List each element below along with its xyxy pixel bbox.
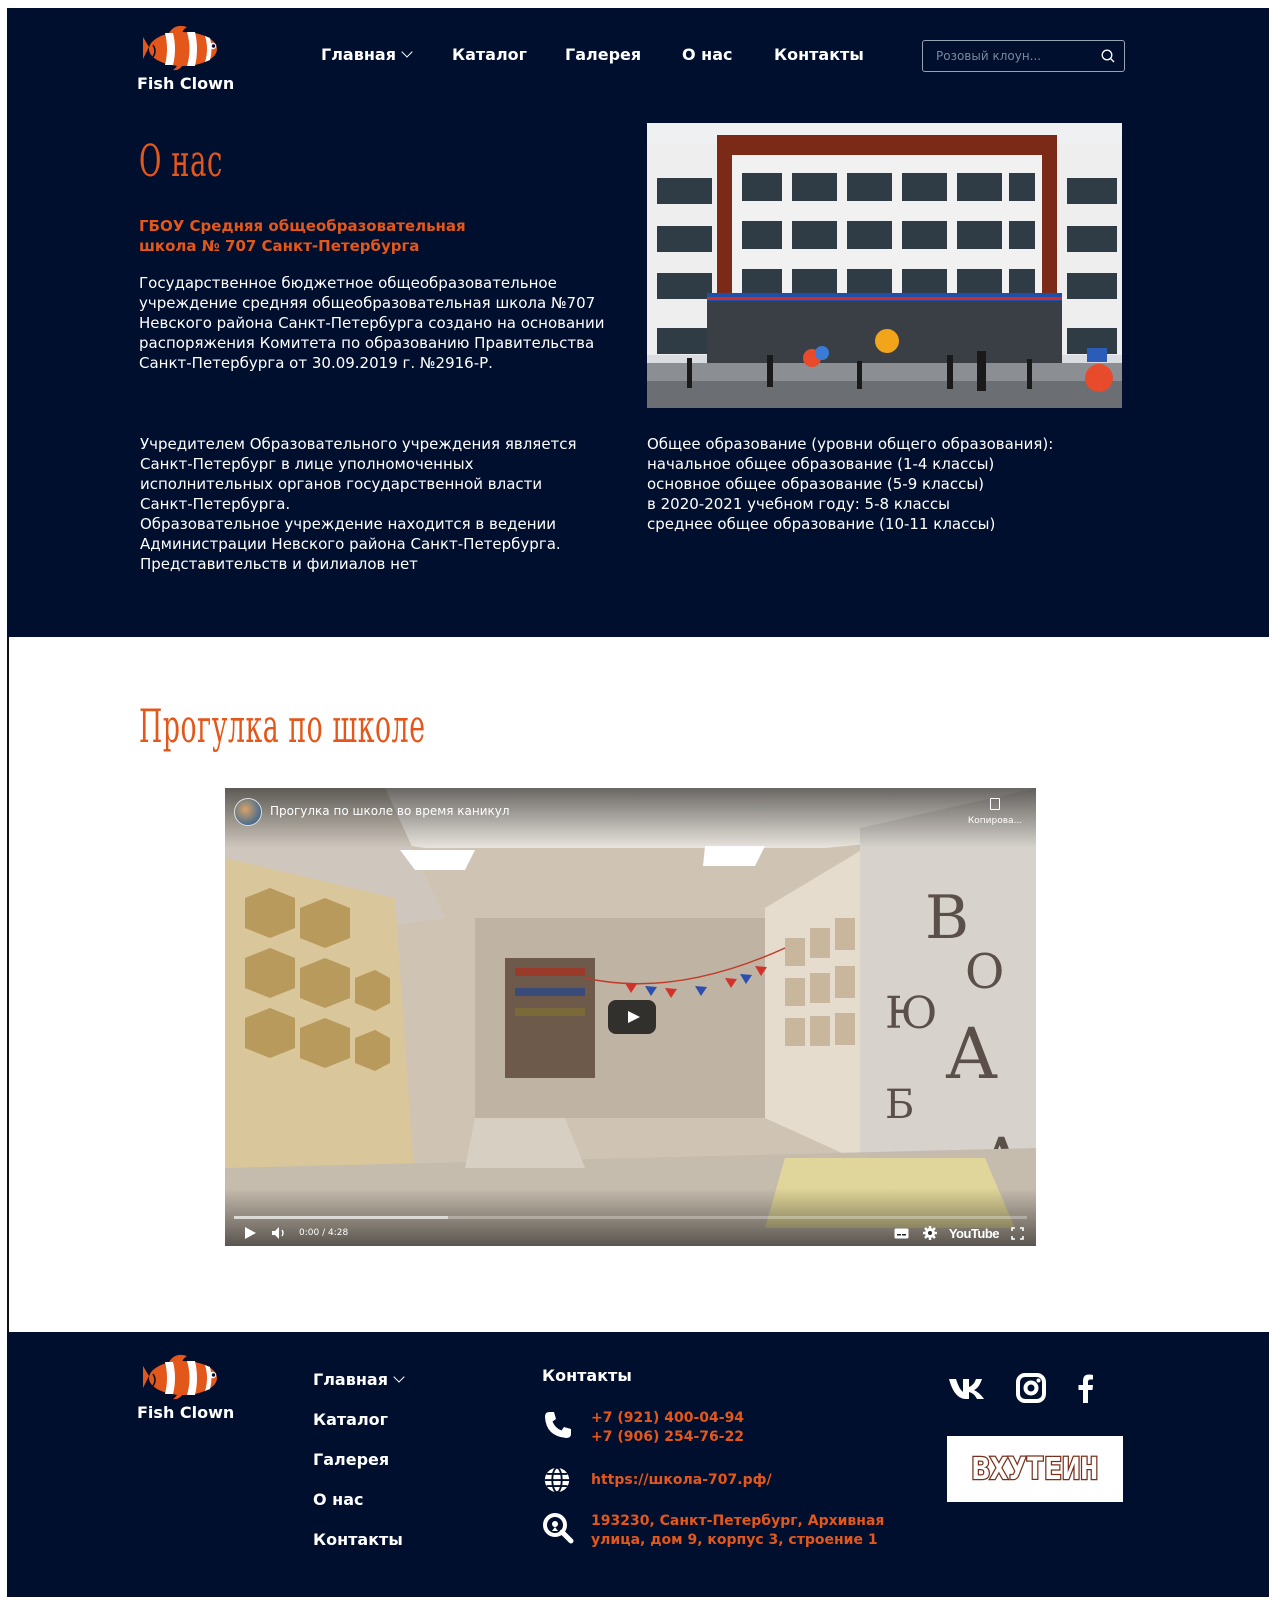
brand-name: Fish Clown (137, 1403, 235, 1422)
fullscreen-icon[interactable] (1011, 1226, 1024, 1240)
settings-gear-icon[interactable] (922, 1226, 937, 1240)
education-line: в 2020-2021 учебном году: 5-8 классы (647, 495, 950, 513)
video-progress-bar[interactable] (234, 1216, 1027, 1219)
founder-line: Представительств и филиалов нет (140, 555, 418, 573)
clownfish-logo-icon (142, 25, 217, 71)
location-search-icon (543, 1513, 574, 1544)
education-line: основное общее образование (5-9 классы) (647, 475, 985, 493)
contacts-title: Контакты (542, 1366, 632, 1385)
school-building-photo (647, 123, 1122, 408)
clownfish-logo-icon (142, 1354, 217, 1400)
founder-text: Учредителем Образовательного учреждения … (140, 434, 640, 574)
copy-link-label: Копирова... (967, 816, 1023, 826)
chevron-down-icon (393, 1370, 405, 1383)
footer-nav-about[interactable]: О нас (313, 1479, 403, 1519)
tour-title: Прогулка по школе (139, 699, 426, 753)
partner-logo[interactable]: ВХУТЕИН (947, 1436, 1123, 1502)
footer-logo[interactable]: Fish Clown (137, 1354, 234, 1422)
education-line: начальное общее образование (1-4 классы) (647, 455, 995, 473)
address-text: 193230, Санкт-Петербург, Архивная улица,… (591, 1513, 885, 1548)
search-icon[interactable] (1101, 49, 1115, 63)
contact-website: https://школа-707.рф/ (542, 1465, 772, 1495)
subtitles-icon[interactable] (894, 1228, 909, 1239)
nav-item-about[interactable]: О нас (682, 45, 774, 64)
founder-line: Образовательное учреждение находится в в… (140, 515, 557, 533)
phone-link-2[interactable]: +7 (906) 254-76-22 (591, 1428, 744, 1447)
search-box (922, 40, 1125, 72)
contact-address: 193230, Санкт-Петербург, Архивная улица,… (542, 1512, 891, 1550)
video-time: 0:00 / 4:28 (299, 1228, 349, 1238)
footer-nav: Главная Каталог Галерея О нас Контакты (313, 1359, 405, 1559)
footer-nav-home[interactable]: Главная (313, 1359, 405, 1399)
phone-link-1[interactable]: +7 (921) 400-04-94 (591, 1409, 744, 1428)
nav-item-catalog[interactable]: Каталог (452, 45, 565, 64)
about-section: Fish Clown Главная Каталог Галерея О нас… (7, 8, 1269, 637)
brand-name: Fish Clown (137, 74, 235, 93)
youtube-logo[interactable]: YouTube (949, 1226, 1000, 1241)
nav-home-label: Главная (321, 45, 396, 64)
play-button[interactable] (608, 1000, 656, 1034)
education-text: Общее образование (уровни общего образов… (647, 434, 1117, 534)
play-icon[interactable] (243, 1226, 257, 1240)
partner-logo-text: ВХУТЕИН (971, 1450, 1100, 1488)
founder-line: Санкт-Петербург в лице уполномоченных (140, 455, 474, 473)
phone-icon (545, 1412, 571, 1438)
education-line: среднее общее образование (10-11 классы) (647, 515, 996, 533)
video-title[interactable]: Прогулка по школе во время каникул (270, 804, 510, 818)
vk-icon[interactable] (947, 1368, 987, 1408)
founder-line: Санкт-Петербурга. (140, 495, 291, 513)
nav-item-contacts[interactable]: Контакты (774, 45, 864, 64)
header-logo[interactable]: Fish Clown (137, 25, 234, 93)
nav-item-home[interactable]: Главная (321, 45, 452, 64)
svg-text:А: А (945, 1013, 998, 1095)
website-link[interactable]: https://школа-707.рф/ (591, 1471, 772, 1495)
video-player[interactable]: B Ю А Б А Т О (225, 788, 1036, 1246)
footer-nav-contacts[interactable]: Контакты (313, 1519, 403, 1559)
footer-nav-catalog[interactable]: Каталог (313, 1399, 403, 1439)
copy-link-button[interactable]: Копирова... (960, 798, 1030, 826)
founder-line: исполнительных органов государственной в… (140, 475, 543, 493)
svg-text:Б: Б (885, 1082, 914, 1128)
svg-text:О: О (965, 944, 1004, 1000)
chevron-down-icon (401, 46, 413, 58)
nav-item-gallery[interactable]: Галерея (565, 45, 682, 64)
globe-icon (544, 1466, 570, 1494)
copy-icon (990, 798, 1000, 810)
tour-section: Прогулка по школе B Ю А Б О Прогулка по … (7, 637, 1269, 1332)
facebook-icon[interactable] (1065, 1368, 1105, 1408)
about-title: О нас (139, 136, 223, 187)
site-footer: Fish Clown Главная Каталог Галерея О нас… (7, 1332, 1269, 1597)
founder-line: Учредителем Образовательного учреждения … (140, 435, 577, 453)
founder-line: Администрации Невского района Санкт-Пете… (140, 535, 561, 553)
search-input[interactable] (923, 49, 1093, 63)
channel-avatar[interactable] (234, 798, 262, 826)
footer-nav-gallery[interactable]: Галерея (313, 1439, 403, 1479)
page: Fish Clown Главная Каталог Галерея О нас… (7, 8, 1269, 1597)
video-buffer (234, 1216, 449, 1219)
svg-text:Ю: Ю (885, 988, 938, 1039)
volume-icon[interactable] (271, 1226, 287, 1240)
video-controls: 0:00 / 4:28 YouTube (225, 1220, 1036, 1246)
school-subtitle: ГБОУ Средняя общеобразовательная школа №… (139, 217, 466, 255)
footer-nav-home-label: Главная (313, 1369, 388, 1389)
svg-text:B: B (925, 883, 969, 953)
education-line: Общее образование (уровни общего образов… (647, 435, 1054, 453)
instagram-icon[interactable] (1011, 1368, 1051, 1408)
intro-text: Государственное бюджетное общеобразовате… (139, 274, 605, 372)
contact-phones: +7 (921) 400-04-94 +7 (906) 254-76-22 (542, 1409, 744, 1447)
main-nav: Главная Каталог Галерея О нас Контакты (321, 45, 864, 64)
